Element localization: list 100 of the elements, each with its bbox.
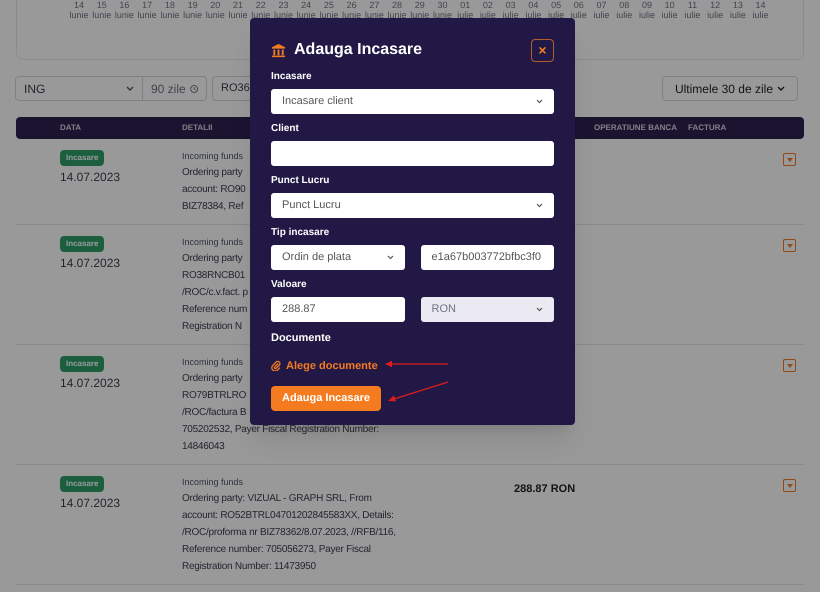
column-header: DATA bbox=[60, 122, 82, 134]
axis-month-label: iulie bbox=[480, 10, 496, 20]
axis-day-label: 30 bbox=[437, 0, 448, 10]
date-range-button[interactable]: Ultimele 30 de zile bbox=[662, 76, 798, 101]
axis-day-label: 16 bbox=[119, 0, 130, 10]
axis-month-label: lunie bbox=[432, 10, 452, 20]
chevron-down-icon bbox=[386, 255, 394, 260]
axis-month-label: iulie bbox=[684, 10, 700, 20]
select-field[interactable]: Ordin de plata bbox=[271, 245, 404, 270]
annotation-arrow bbox=[384, 360, 449, 368]
field-label: Client bbox=[271, 122, 300, 136]
choose-documents-link[interactable]: Alege documente bbox=[271, 358, 378, 374]
axis-month-label: lunie bbox=[228, 10, 248, 20]
axis-day-label: 24 bbox=[301, 0, 312, 10]
caret-down-icon bbox=[786, 364, 792, 368]
axis-month-label: lunie bbox=[183, 10, 202, 20]
close-button[interactable]: × bbox=[531, 38, 554, 62]
axis-month-label: lunie bbox=[388, 10, 407, 20]
date-text: 14.07.2023 bbox=[60, 495, 120, 512]
axis-day-label: 14 bbox=[756, 0, 766, 10]
axis-month-label: lunie bbox=[342, 10, 362, 20]
detail-text: RO79BTRLRO bbox=[182, 389, 246, 403]
axis-day-label: 12 bbox=[710, 0, 720, 10]
axis-month-label: lunie bbox=[364, 10, 384, 20]
column-header: DETALII bbox=[182, 122, 213, 134]
axis-month-label: iulie bbox=[730, 10, 746, 20]
detail-text: 14846043 bbox=[182, 440, 224, 454]
axis-day-label: 29 bbox=[414, 0, 425, 10]
axis-day-label: 09 bbox=[642, 0, 652, 10]
axis-day-label: 18 bbox=[164, 0, 175, 10]
axis-day-label: 08 bbox=[619, 0, 630, 10]
column-header: FACTURA bbox=[688, 122, 726, 134]
annotation-arrow bbox=[387, 381, 449, 404]
axis-month-label: iulie bbox=[752, 10, 769, 20]
input-field[interactable]: 288.87 bbox=[271, 297, 404, 322]
expand-button[interactable] bbox=[783, 479, 796, 492]
detail-title: Incoming funds bbox=[182, 150, 244, 163]
status-badge: Incasare bbox=[60, 356, 104, 372]
field-label: Valoare bbox=[271, 278, 308, 292]
axis-month-label: iulie bbox=[594, 10, 610, 20]
detail-text: Ordering party bbox=[182, 166, 242, 180]
caret-down-icon bbox=[786, 484, 792, 488]
amount-text: 288.87 RON bbox=[514, 483, 576, 495]
axis-day-label: 20 bbox=[210, 0, 220, 10]
axis-month-label: iulie bbox=[525, 10, 542, 20]
axis-month-label: lunie bbox=[160, 10, 180, 20]
chevron-down-icon bbox=[536, 203, 543, 208]
expand-button[interactable] bbox=[783, 153, 796, 166]
axis-day-label: 04 bbox=[528, 0, 538, 10]
axis-month-label: lunie bbox=[206, 10, 225, 20]
detail-text: /ROC/c.v.fact. p bbox=[182, 286, 248, 300]
detail-text: Registration Number: 11473950 bbox=[182, 560, 316, 574]
detail-text: Ordering party: VIZUAL - GRAPH SRL, From bbox=[182, 492, 372, 506]
caret-down-icon bbox=[786, 244, 792, 248]
select-field: RON bbox=[420, 297, 554, 322]
detail-text: BIZ78384, Ref bbox=[182, 200, 244, 214]
detail-text: account: RO52BTRL04701202845583XX, Details: bbox=[182, 509, 394, 523]
axis-month-label: iulie bbox=[707, 10, 724, 20]
detail-title: Incoming funds bbox=[182, 356, 244, 369]
axis-month-label: iulie bbox=[638, 10, 655, 20]
axis-day-label: 05 bbox=[551, 0, 562, 10]
axis-day-label: 14 bbox=[74, 0, 84, 10]
axis-month-label: lunie bbox=[410, 10, 430, 20]
detail-text: /ROC/factura B bbox=[182, 406, 246, 420]
axis-month-label: lunie bbox=[251, 10, 270, 20]
axis-day-label: 01 bbox=[460, 0, 470, 10]
status-badge: Incasare bbox=[60, 236, 104, 252]
axis-day-label: 28 bbox=[392, 0, 402, 10]
detail-text: 705202532, Payer Fiscal Registration Number: bbox=[182, 423, 379, 437]
detail-text: Reference number: 705056273, Payer Fiscal bbox=[182, 543, 371, 557]
chevron-down-icon bbox=[777, 86, 785, 92]
input-field[interactable] bbox=[271, 141, 554, 166]
detail-text: Registration N bbox=[182, 320, 242, 334]
field-label: Punct Lucru bbox=[271, 174, 330, 188]
select-field[interactable]: Incasare client bbox=[271, 89, 554, 114]
axis-day-label: 11 bbox=[688, 0, 698, 10]
field-label: Documente bbox=[271, 331, 332, 346]
date-text: 14.07.2023 bbox=[60, 375, 120, 392]
axis-day-label: 15 bbox=[96, 0, 107, 10]
detail-text: Reference num bbox=[182, 303, 248, 317]
axis-month-label: iulie bbox=[548, 10, 564, 20]
chevron-down-icon bbox=[536, 99, 543, 104]
paperclip-icon bbox=[271, 360, 281, 372]
select-field[interactable]: Punct Lucru bbox=[271, 193, 554, 218]
axis-day-label: 02 bbox=[482, 0, 493, 10]
detail-text: RO38RNCB01 bbox=[182, 269, 246, 283]
axis-month-label: lunie bbox=[114, 10, 134, 20]
axis-day-label: 21 bbox=[233, 0, 244, 10]
axis-day-label: 27 bbox=[369, 0, 380, 10]
expand-button[interactable] bbox=[783, 359, 796, 372]
axis-day-label: 23 bbox=[278, 0, 288, 10]
detail-title: Incoming funds bbox=[182, 476, 244, 489]
input-field[interactable]: e1a67b003772bfbc3f0 bbox=[420, 245, 554, 270]
detail-text: Ordering party bbox=[182, 252, 242, 266]
axis-day-label: 25 bbox=[324, 0, 334, 10]
expand-button[interactable] bbox=[783, 239, 796, 252]
axis-month-label: lunie bbox=[69, 10, 88, 20]
detail-text: /ROC/proforma nr BIZ78362/8.07.2023, //RFB/116, bbox=[182, 526, 396, 540]
detail-text: Ordering party bbox=[182, 372, 242, 386]
axis-month-label: iulie bbox=[570, 10, 587, 20]
